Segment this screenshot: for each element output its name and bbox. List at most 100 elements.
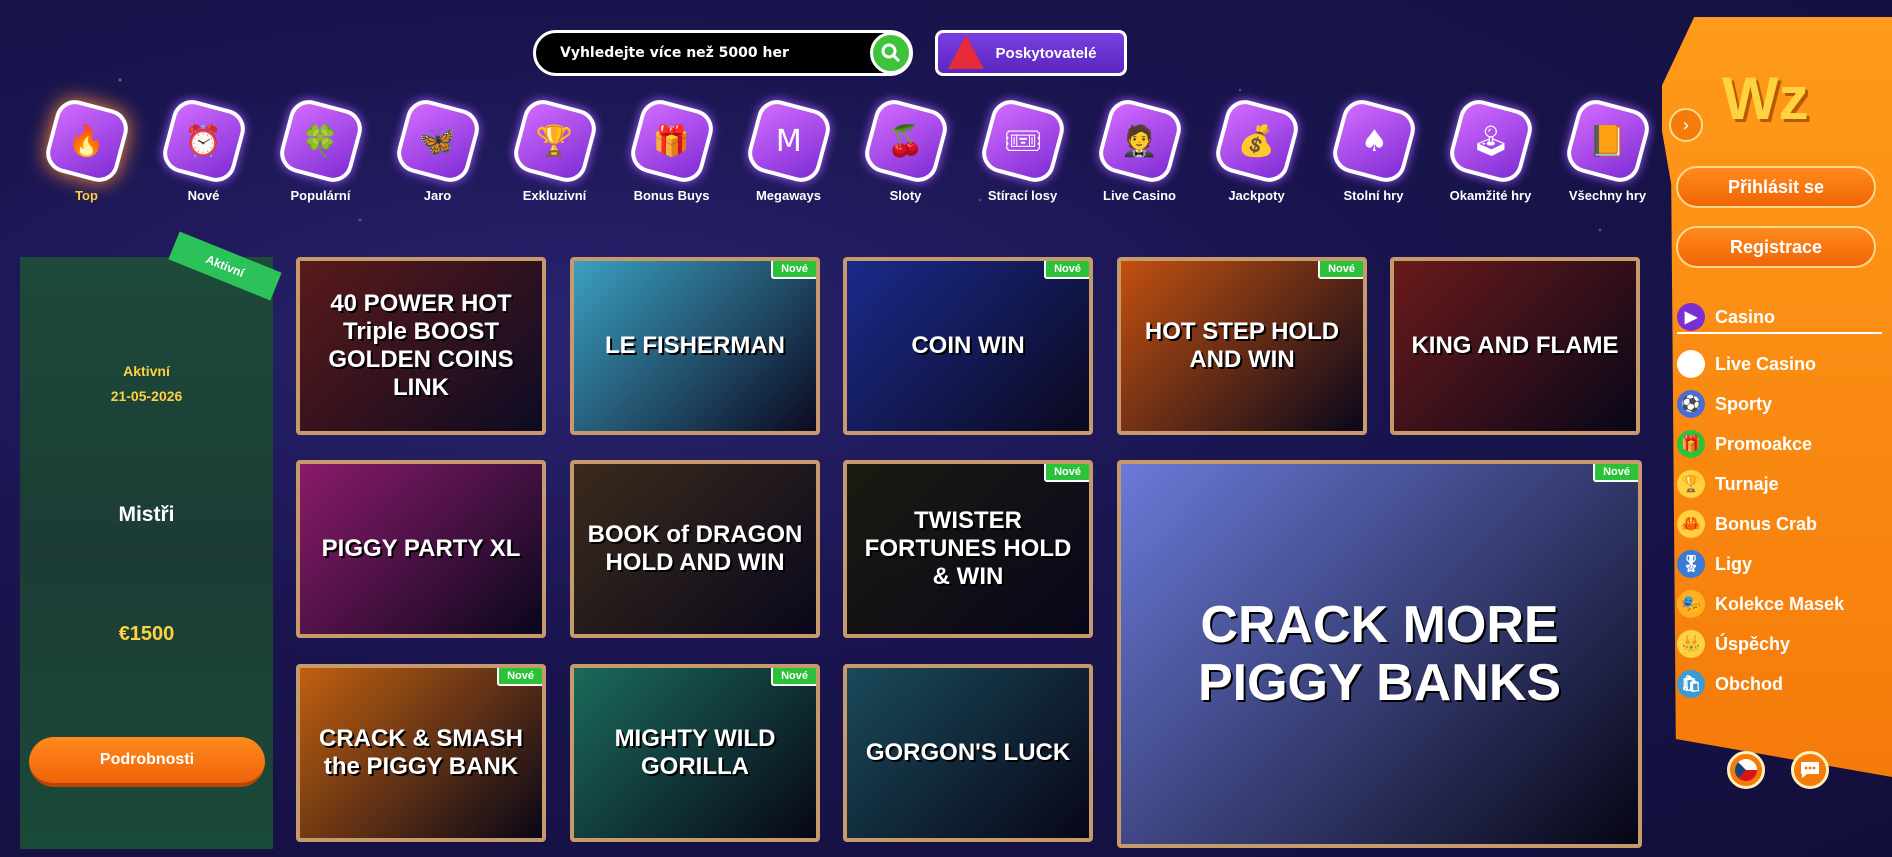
category-label: Megaways <box>755 188 822 203</box>
sidebar-collapse-button[interactable]: › <box>1669 108 1703 142</box>
sidebar-item-casino[interactable]: ▶ Casino <box>1677 302 1882 334</box>
category-label: Sloty <box>889 188 922 203</box>
sidebar-item-label: Promoakce <box>1715 433 1813 454</box>
game-tile[interactable]: GORGON'S LUCK <box>843 664 1093 842</box>
site-logo[interactable]: Wz <box>1722 64 1809 133</box>
game-title: HOT STEP HOLD AND WIN <box>1144 318 1340 373</box>
new-badge: Nové <box>771 261 816 279</box>
game-title: CRACK MORE PIGGY BANKS <box>1197 596 1562 712</box>
category-badge: 🤵 <box>1094 95 1185 187</box>
sidebar-item-label: Úspěchy <box>1715 633 1791 654</box>
category-exkluzivní[interactable]: 🏆 Exkluzivní <box>496 95 613 203</box>
search-input[interactable]: Vyhledejte více než 5000 her <box>536 45 870 61</box>
chat-button[interactable] <box>1791 751 1829 789</box>
clover-icon: 🍀 <box>301 123 340 159</box>
category-label: Stírací losy <box>987 188 1058 203</box>
game-tile[interactable]: LE FISHERMAN Nové <box>570 257 820 435</box>
category-okamžité-hry[interactable]: 🕹 Okamžité hry <box>1432 95 1549 203</box>
language-button[interactable] <box>1727 751 1765 789</box>
game-title: MIGHTY WILD GORILLA <box>614 725 776 780</box>
gift-icon: 🎁 <box>1677 430 1705 458</box>
spade-card-icon: ♠ <box>1360 123 1387 159</box>
category-label: Všechny hry <box>1568 188 1647 203</box>
category-megaways[interactable]: M Megaways <box>730 95 847 203</box>
game-title: COIN WIN <box>911 332 1025 359</box>
flame-icon: 🔥 <box>67 123 106 159</box>
game-tile[interactable]: 40 POWER HOT Triple BOOST GOLDEN COINS L… <box>296 257 546 435</box>
register-button[interactable]: Registrace <box>1676 226 1876 268</box>
game-title: GORGON'S LUCK <box>865 739 1071 766</box>
promo-prize: €1500 <box>118 623 175 645</box>
trophy-icon: 🏆 <box>1677 470 1705 498</box>
game-tile[interactable]: CRACK & SMASH the PIGGY BANK Nové <box>296 664 546 842</box>
crown-icon: 👑 <box>1677 630 1705 658</box>
shop-icon: 🛍 <box>1677 670 1705 698</box>
category-badge: ⏰ <box>158 95 249 187</box>
category-populární[interactable]: 🍀 Populární <box>262 95 379 203</box>
promo-card[interactable]: Aktivní Aktivní 21-05-2026 Mistři €1500 … <box>20 231 282 849</box>
sidebar-item-label: Bonus Crab <box>1715 513 1818 534</box>
game-tile[interactable]: PIGGY PARTY XL <box>296 460 546 638</box>
new-badge: Nové <box>1318 261 1363 279</box>
category-badge: 🎟 <box>977 95 1068 187</box>
butterfly-icon: 🦋 <box>418 123 457 159</box>
money-bag-icon: 💰 <box>1237 123 1276 159</box>
game-tile[interactable]: CRACK MORE PIGGY BANKS Nové <box>1117 460 1642 848</box>
promo-status: Aktivní <box>123 363 170 379</box>
game-tile[interactable]: MIGHTY WILD GORILLA Nové <box>570 664 820 842</box>
category-top[interactable]: 🔥 Top <box>28 95 145 203</box>
new-badge: Nové <box>1593 464 1638 482</box>
search-bar[interactable]: Vyhledejte více než 5000 her <box>533 30 913 76</box>
category-jackpoty[interactable]: 💰 Jackpoty <box>1198 95 1315 203</box>
sidebar-item-label: Casino <box>1715 306 1776 327</box>
new-badge: Nové <box>1044 261 1089 279</box>
play-icon: ▶ <box>1677 303 1705 331</box>
m-icon: M <box>775 123 802 159</box>
category-badge: 📙 <box>1562 95 1653 187</box>
promo-date: 21-05-2026 <box>110 388 183 404</box>
sidebar-item-label: Sporty <box>1715 393 1773 414</box>
login-button[interactable]: Přihlásit se <box>1676 166 1876 208</box>
sidebar-item-sporty[interactable]: ⚽ Sporty <box>1677 384 1882 424</box>
sidebar-item-úspěchy[interactable]: 👑 Úspěchy <box>1677 624 1882 664</box>
sidebar-item-bonus-crab[interactable]: 🦀 Bonus Crab <box>1677 504 1882 544</box>
mask-icon: 🎭 <box>1677 590 1705 618</box>
category-nové[interactable]: ⏰ Nové <box>145 95 262 203</box>
game-tile[interactable]: TWISTER FORTUNES HOLD & WIN Nové <box>843 460 1093 638</box>
sidebar-item-live-casino[interactable]: ♠ Live Casino <box>1677 344 1882 384</box>
scratch-card-icon: 🎟 <box>1003 123 1042 159</box>
game-tile[interactable]: KING AND FLAME <box>1390 257 1640 435</box>
sidebar-item-ligy[interactable]: 🎖 Ligy <box>1677 544 1882 584</box>
search-icon <box>881 43 901 63</box>
game-tile[interactable]: HOT STEP HOLD AND WIN Nové <box>1117 257 1367 435</box>
category-badge: 🍒 <box>860 95 951 187</box>
game-tile[interactable]: COIN WIN Nové <box>843 257 1093 435</box>
category-stírací-losy[interactable]: 🎟 Stírací losy <box>964 95 1081 203</box>
game-title: CRACK & SMASH the PIGGY BANK <box>319 725 523 780</box>
category-bonus-buys[interactable]: 🎁 Bonus Buys <box>613 95 730 203</box>
search-button[interactable] <box>870 32 912 74</box>
providers-button[interactable]: Poskytovatelé <box>935 30 1127 76</box>
game-title: PIGGY PARTY XL <box>321 535 521 562</box>
category-stolní-hry[interactable]: ♠ Stolní hry <box>1315 95 1432 203</box>
chat-icon <box>1801 762 1819 778</box>
category-jaro[interactable]: 🦋 Jaro <box>379 95 496 203</box>
category-label: Top <box>75 188 98 203</box>
promo-details-button[interactable]: Podrobnosti <box>29 737 265 787</box>
sidebar-item-label: Ligy <box>1715 553 1753 574</box>
new-badge: Nové <box>771 668 816 686</box>
category-label: Jaro <box>423 188 452 203</box>
game-title: BOOK of DRAGON HOLD AND WIN <box>587 521 803 576</box>
category-všechny-hry[interactable]: 📙 Všechny hry <box>1549 95 1666 203</box>
category-live-casino[interactable]: 🤵 Live Casino <box>1081 95 1198 203</box>
sidebar-item-kolekce-masek[interactable]: 🎭 Kolekce Masek <box>1677 584 1882 624</box>
sidebar-item-label: Kolekce Masek <box>1715 593 1845 614</box>
sidebar-item-turnaje[interactable]: 🏆 Turnaje <box>1677 464 1882 504</box>
sidebar-item-obchod[interactable]: 🛍 Obchod <box>1677 664 1882 704</box>
category-label: Bonus Buys <box>633 188 710 203</box>
category-sloty[interactable]: 🍒 Sloty <box>847 95 964 203</box>
gift-icon: 🎁 <box>652 123 691 159</box>
game-tile[interactable]: BOOK of DRAGON HOLD AND WIN <box>570 460 820 638</box>
sidebar-item-label: Obchod <box>1715 673 1783 694</box>
sidebar-item-promoakce[interactable]: 🎁 Promoakce <box>1677 424 1882 464</box>
